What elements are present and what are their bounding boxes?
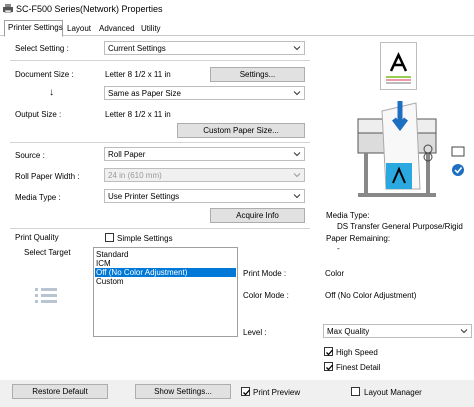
chevron-down-icon bbox=[293, 194, 301, 199]
list-item[interactable]: Standard bbox=[95, 250, 236, 259]
printer-icon bbox=[2, 4, 14, 14]
document-size-label: Document Size : bbox=[15, 70, 74, 79]
select-setting-value: Current Settings bbox=[108, 44, 166, 53]
divider bbox=[10, 228, 310, 229]
checkmark-icon bbox=[326, 364, 333, 371]
print-mode-label: Print Mode : bbox=[243, 269, 287, 278]
select-setting-label: Select Setting : bbox=[15, 44, 69, 53]
color-mode-value: Off (No Color Adjustment) bbox=[325, 291, 417, 300]
list-item[interactable]: Off (No Color Adjustment) bbox=[95, 268, 236, 277]
finest-detail-checkbox[interactable] bbox=[324, 362, 333, 371]
tab-printer-settings[interactable]: Printer Settings bbox=[4, 20, 63, 37]
custom-paper-size-button[interactable]: Custom Paper Size... bbox=[177, 123, 305, 138]
chevron-down-icon bbox=[293, 173, 301, 178]
checkmark-icon bbox=[243, 389, 250, 396]
simple-settings-checkbox[interactable] bbox=[105, 233, 114, 242]
list-item[interactable]: ICM bbox=[95, 259, 236, 268]
paper-preview bbox=[380, 42, 417, 90]
media-type-value: Use Printer Settings bbox=[108, 192, 180, 201]
level-dropdown[interactable]: Max Quality bbox=[323, 324, 472, 338]
chevron-down-icon bbox=[460, 329, 468, 334]
restore-default-button[interactable]: Restore Default bbox=[12, 384, 108, 399]
printer-illustration bbox=[348, 93, 468, 203]
document-size-value: Letter 8 1/2 x 11 in bbox=[105, 70, 171, 79]
chevron-down-icon bbox=[293, 46, 301, 51]
print-quality-label: Print Quality bbox=[15, 233, 59, 242]
list-item[interactable]: Custom bbox=[95, 277, 236, 286]
window-title: SC-F500 Series(Network) Properties bbox=[16, 4, 163, 14]
show-settings-button[interactable]: Show Settings... bbox=[135, 384, 231, 399]
select-target-label: Select Target bbox=[24, 248, 71, 257]
select-target-listbox[interactable]: Standard ICM Off (No Color Adjustment) C… bbox=[93, 247, 238, 337]
list-view-icon bbox=[33, 284, 61, 308]
media-type-info-label: Media Type: bbox=[326, 211, 370, 220]
print-preview-label: Print Preview bbox=[253, 388, 301, 397]
high-speed-label: High Speed bbox=[336, 348, 378, 357]
level-value: Max Quality bbox=[327, 327, 370, 336]
paper-remaining-label: Paper Remaining: bbox=[326, 234, 391, 243]
output-size-mode-value: Same as Paper Size bbox=[108, 89, 181, 98]
output-size-value: Letter 8 1/2 x 11 in bbox=[105, 110, 171, 119]
source-dropdown[interactable]: Roll Paper bbox=[104, 147, 305, 161]
finest-detail-label: Finest Detail bbox=[336, 363, 381, 372]
acquire-info-button[interactable]: Acquire Info bbox=[210, 208, 305, 223]
source-value: Roll Paper bbox=[108, 150, 146, 159]
media-type-label: Media Type : bbox=[15, 193, 61, 202]
high-speed-checkbox[interactable] bbox=[324, 347, 333, 356]
print-mode-value: Color bbox=[325, 269, 345, 278]
tab-layout[interactable]: Layout bbox=[63, 21, 95, 36]
roll-paper-width-label: Roll Paper Width : bbox=[15, 172, 80, 181]
simple-settings-label: Simple Settings bbox=[117, 234, 173, 243]
document-settings-button[interactable]: Settings... bbox=[210, 67, 305, 82]
chevron-down-icon bbox=[293, 152, 301, 157]
layout-manager-checkbox[interactable] bbox=[351, 387, 360, 396]
print-preview-checkbox[interactable] bbox=[241, 387, 250, 396]
chevron-down-icon bbox=[293, 91, 301, 96]
media-type-info-value: DS Transfer General Purpose/Rigid bbox=[337, 222, 463, 231]
tab-utility[interactable]: Utility bbox=[137, 21, 166, 36]
source-label: Source : bbox=[15, 151, 45, 160]
layout-manager-label: Layout Manager bbox=[364, 388, 422, 397]
output-size-mode-dropdown[interactable]: Same as Paper Size bbox=[104, 86, 305, 100]
roll-paper-width-dropdown[interactable]: 24 in (610 mm) bbox=[104, 168, 305, 182]
printer-icon bbox=[357, 101, 465, 197]
media-type-dropdown[interactable]: Use Printer Settings bbox=[104, 189, 305, 203]
paper-remaining-value: - bbox=[337, 244, 340, 253]
divider bbox=[10, 60, 310, 61]
select-setting-dropdown[interactable]: Current Settings bbox=[104, 41, 305, 55]
divider bbox=[10, 142, 310, 143]
color-mode-label: Color Mode : bbox=[243, 291, 289, 300]
tab-advanced[interactable]: Advanced bbox=[95, 21, 137, 36]
arrow-down-icon: ↓ bbox=[49, 87, 54, 98]
document-icon bbox=[386, 52, 411, 84]
level-label: Level : bbox=[243, 328, 267, 337]
output-size-label: Output Size : bbox=[15, 110, 62, 119]
roll-paper-width-value: 24 in (610 mm) bbox=[108, 171, 162, 180]
checkmark-icon bbox=[326, 349, 333, 356]
